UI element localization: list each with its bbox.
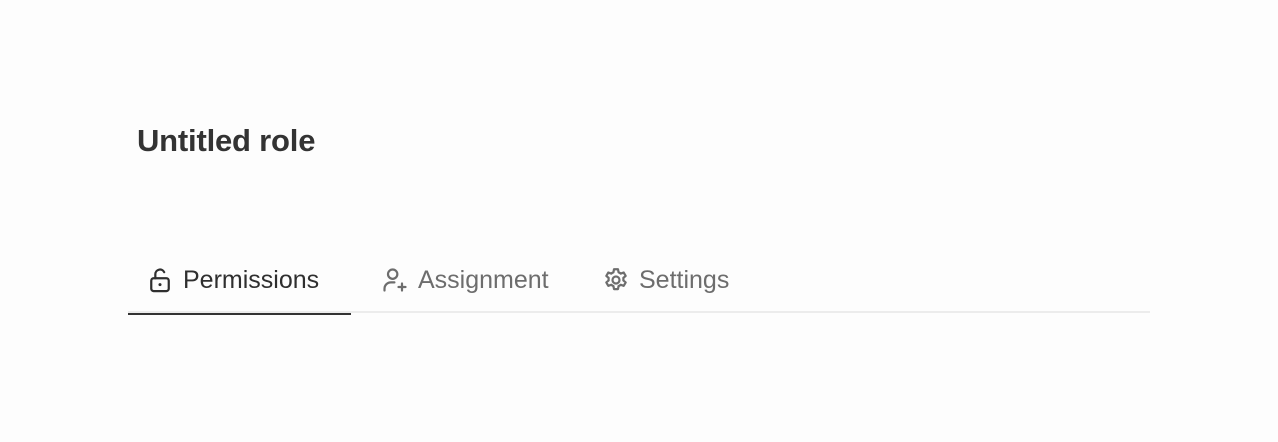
tab-settings-label: Settings <box>639 265 730 294</box>
tab-bar: Permissions Assignment Settings <box>128 248 1150 315</box>
role-page: Untitled role Permissions Assignment Set… <box>0 0 1278 442</box>
tab-settings[interactable]: Settings <box>598 248 729 313</box>
unlock-icon <box>146 266 174 294</box>
tab-assignment-label: Assignment <box>418 265 549 294</box>
tab-permissions[interactable]: Permissions <box>128 248 351 315</box>
tab-permissions-label: Permissions <box>183 265 320 294</box>
user-plus-icon <box>381 266 409 294</box>
tab-assignment[interactable]: Assignment <box>351 248 598 313</box>
page-title: Untitled role <box>137 123 316 158</box>
gear-icon <box>602 266 630 294</box>
